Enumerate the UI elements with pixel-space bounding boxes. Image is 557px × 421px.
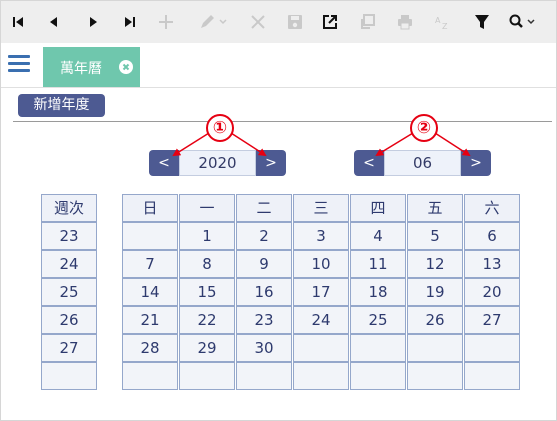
day-cell[interactable] [464, 334, 520, 362]
prev-year-button[interactable]: < [149, 150, 179, 176]
day-cell[interactable] [122, 362, 178, 390]
day-cell[interactable]: 5 [407, 222, 463, 250]
weekday-header: 五 [407, 194, 463, 222]
day-cell[interactable]: 2 [236, 222, 292, 250]
day-cell[interactable]: 11 [350, 250, 406, 278]
weekday-header: 四 [350, 194, 406, 222]
day-cell[interactable] [122, 222, 178, 250]
day-cell[interactable] [350, 362, 406, 390]
day-cell[interactable]: 30 [236, 334, 292, 362]
svg-text:Z: Z [442, 22, 448, 30]
day-cell[interactable]: 23 [236, 306, 292, 334]
weekday-header: 三 [293, 194, 349, 222]
day-cell[interactable]: 9 [236, 250, 292, 278]
weekday-header: 二 [236, 194, 292, 222]
week-number-cell: 25 [41, 278, 97, 306]
delete-icon[interactable] [247, 11, 269, 33]
day-cell[interactable]: 13 [464, 250, 520, 278]
day-cell[interactable]: 17 [293, 278, 349, 306]
day-cell[interactable]: 29 [179, 334, 235, 362]
day-cell[interactable] [236, 362, 292, 390]
day-cell[interactable]: 25 [350, 306, 406, 334]
tab-label: 萬年曆 [60, 61, 102, 77]
tab-calendar[interactable]: 萬年曆 [43, 47, 140, 87]
first-record-icon[interactable] [7, 11, 29, 33]
day-cell[interactable]: 18 [350, 278, 406, 306]
day-cell[interactable] [464, 362, 520, 390]
week-header: 週次 [41, 194, 97, 222]
toolbar: AZ [1, 1, 556, 43]
day-cell[interactable]: 10 [293, 250, 349, 278]
copy-icon[interactable] [356, 11, 378, 33]
day-cell[interactable] [293, 334, 349, 362]
week-number-cell: 27 [41, 334, 97, 362]
day-cell[interactable]: 26 [407, 306, 463, 334]
next-month-button[interactable]: > [461, 150, 491, 176]
sort-az-icon[interactable]: AZ [432, 11, 454, 33]
week-number-cell: 24 [41, 250, 97, 278]
svg-text:A: A [435, 16, 441, 25]
add-year-button[interactable]: 新增年度 [18, 94, 105, 117]
week-number-cell: 23 [41, 222, 97, 250]
annotation-badge-1: ① [206, 114, 234, 142]
day-cell[interactable]: 14 [122, 278, 178, 306]
day-cell[interactable]: 16 [236, 278, 292, 306]
tab-bar-divider [1, 87, 556, 88]
save-icon[interactable] [284, 11, 306, 33]
day-cell[interactable] [293, 362, 349, 390]
print-icon[interactable] [394, 11, 416, 33]
day-cell[interactable]: 28 [122, 334, 178, 362]
day-cell[interactable]: 8 [179, 250, 235, 278]
day-cell[interactable]: 19 [407, 278, 463, 306]
day-cell[interactable]: 15 [179, 278, 235, 306]
weekday-header: 六 [464, 194, 520, 222]
week-number-cell [41, 362, 97, 390]
year-value: 2020 [179, 150, 256, 176]
day-cell[interactable]: 7 [122, 250, 178, 278]
hamburger-menu-icon[interactable] [8, 55, 30, 75]
day-cell[interactable] [179, 362, 235, 390]
week-number-cell: 26 [41, 306, 97, 334]
edit-icon[interactable] [197, 11, 231, 33]
open-external-icon[interactable] [319, 11, 341, 33]
day-cell[interactable]: 4 [350, 222, 406, 250]
search-icon[interactable] [506, 11, 540, 33]
next-record-icon[interactable] [82, 11, 104, 33]
section-divider [13, 121, 552, 122]
last-record-icon[interactable] [119, 11, 141, 33]
day-cell[interactable] [407, 334, 463, 362]
day-cell[interactable]: 6 [464, 222, 520, 250]
day-cell[interactable]: 21 [122, 306, 178, 334]
filter-icon[interactable] [471, 11, 493, 33]
annotation-badge-2: ② [410, 114, 438, 142]
weekday-header: 日 [122, 194, 178, 222]
day-cell[interactable] [407, 362, 463, 390]
weekday-header: 一 [179, 194, 235, 222]
next-year-button[interactable]: > [256, 150, 286, 176]
month-value: 06 [384, 150, 461, 176]
day-cell[interactable]: 27 [464, 306, 520, 334]
day-cell[interactable]: 12 [407, 250, 463, 278]
add-icon[interactable] [155, 11, 177, 33]
day-cell[interactable]: 3 [293, 222, 349, 250]
day-cell[interactable] [350, 334, 406, 362]
prev-month-button[interactable]: < [354, 150, 384, 176]
day-cell[interactable]: 1 [179, 222, 235, 250]
close-tab-icon[interactable] [119, 60, 133, 74]
prev-record-icon[interactable] [43, 11, 65, 33]
day-cell[interactable]: 22 [179, 306, 235, 334]
day-cell[interactable]: 20 [464, 278, 520, 306]
day-cell[interactable]: 24 [293, 306, 349, 334]
